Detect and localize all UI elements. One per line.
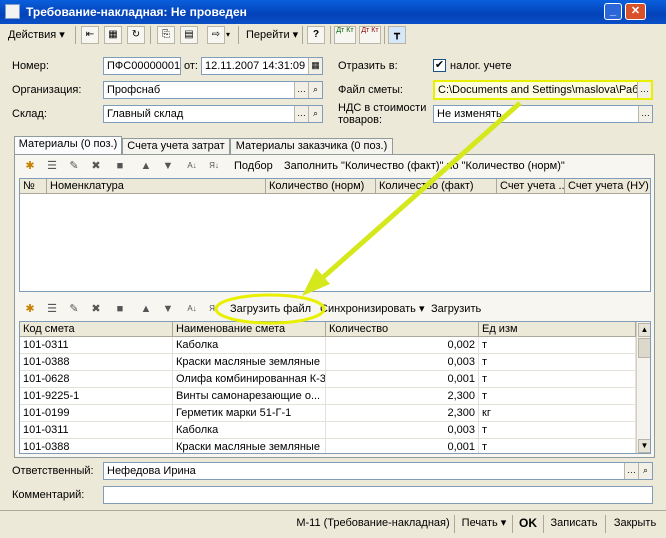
annotation-arrow: [318, 101, 522, 282]
annotation-overlay: [214, 101, 522, 325]
highlight-ellipse: [214, 293, 326, 325]
